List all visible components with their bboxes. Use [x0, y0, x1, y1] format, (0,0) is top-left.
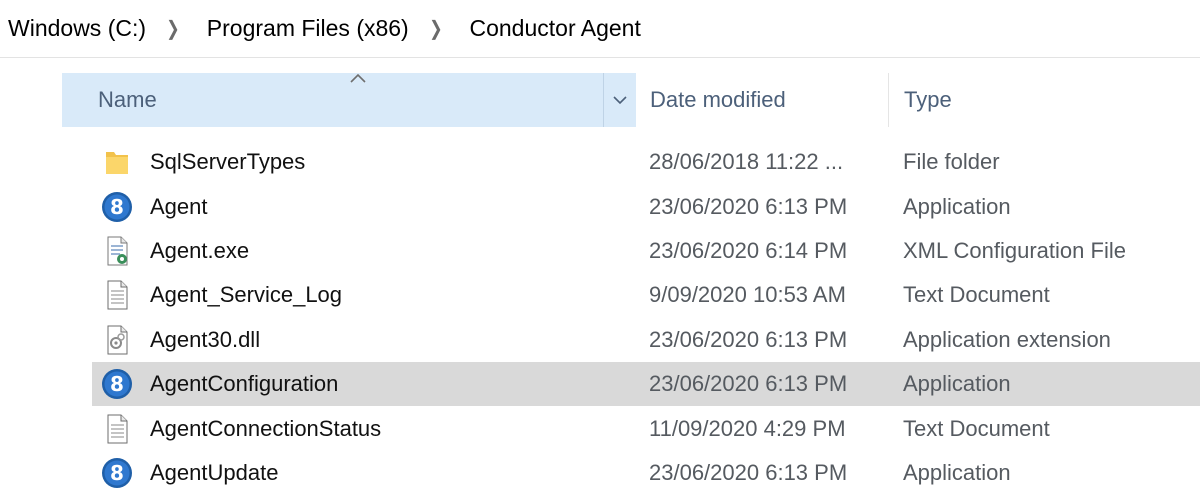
column-header-type[interactable]: Type: [904, 73, 1200, 127]
file-row[interactable]: 8 AgentUpdate 23/06/2020 6:13 PM Applicatio…: [92, 451, 1200, 495]
file-type: XML Configuration File: [903, 237, 1126, 263]
file-name: Agent30.dll: [150, 326, 261, 352]
file-type: Application: [903, 371, 1011, 397]
column-header-name[interactable]: Name: [62, 73, 636, 127]
file-name-cell: SqlServerTypes: [92, 145, 305, 179]
chevron-right-icon[interactable]: ❯: [157, 16, 194, 41]
file-type: File folder: [903, 149, 1000, 175]
file-row[interactable]: Agent.exe 23/06/2020 6:14 PM XML Configura…: [92, 229, 1200, 273]
file-date-modified: 23/06/2020 6:13 PM: [649, 459, 848, 485]
file-list: SqlServerTypes 28/06/2018 11:22 ... File f…: [92, 140, 1200, 495]
column-header-type-label: Type: [904, 87, 952, 112]
file-name-cell: AgentConnectionStatus: [92, 412, 381, 446]
file-type: Text Document: [903, 282, 1050, 308]
file-name-cell: 8 Agent: [92, 190, 208, 224]
breadcrumb-item-conductor-agent[interactable]: Conductor Agent: [461, 15, 646, 42]
file-name-cell: 8 AgentConfiguration: [92, 367, 338, 401]
file-type: Application: [903, 193, 1011, 219]
column-header-date-label: Date modified: [650, 87, 786, 112]
folder-icon: [100, 145, 134, 179]
file-row[interactable]: Agent30.dll 23/06/2020 6:13 PM Application…: [92, 318, 1200, 362]
config-file-icon: [100, 234, 134, 268]
column-dropdown-button[interactable]: [603, 73, 636, 127]
file-date-modified: 23/06/2020 6:14 PM: [649, 237, 848, 263]
sort-ascending-icon: [350, 67, 366, 88]
breadcrumb-item-program-files[interactable]: Program Files (x86): [199, 15, 415, 42]
file-row[interactable]: SqlServerTypes 28/06/2018 11:22 ... File f…: [92, 140, 1200, 184]
file-name-cell: 8 AgentUpdate: [92, 456, 278, 490]
chevron-right-icon[interactable]: ❯: [419, 16, 456, 41]
chevron-down-icon: [613, 95, 627, 104]
text-document-icon: [100, 412, 134, 446]
file-date-modified: 23/06/2020 6:13 PM: [649, 371, 848, 397]
column-header-name-label: Name: [98, 87, 157, 112]
file-name: AgentUpdate: [150, 459, 279, 485]
file-date-modified: 11/09/2020 4:29 PM: [649, 415, 846, 441]
file-name-cell: Agent30.dll: [92, 323, 260, 357]
file-type: Application extension: [903, 326, 1111, 352]
file-row[interactable]: 8 Agent 23/06/2020 6:13 PM Application: [92, 184, 1200, 228]
file-name: AgentConnectionStatus: [150, 415, 382, 441]
svg-text:8: 8: [110, 195, 124, 219]
file-name-cell: Agent.exe: [92, 234, 249, 268]
file-name: SqlServerTypes: [150, 149, 306, 175]
file-name: AgentConfiguration: [150, 371, 339, 397]
file-name: Agent_Service_Log: [150, 282, 343, 308]
file-date-modified: 9/09/2020 10:53 AM: [649, 282, 846, 308]
file-type: Application: [903, 459, 1011, 485]
svg-text:8: 8: [110, 372, 124, 396]
app-icon: 8: [100, 190, 134, 224]
file-row[interactable]: AgentConnectionStatus 11/09/2020 4:29 PM T…: [92, 406, 1200, 450]
dll-file-icon: [100, 323, 134, 357]
svg-text:8: 8: [110, 461, 124, 485]
text-document-icon: [100, 278, 134, 312]
file-date-modified: 28/06/2018 11:22 ...: [649, 149, 844, 175]
file-name: Agent: [150, 193, 208, 219]
file-name: Agent.exe: [150, 237, 250, 263]
file-row[interactable]: Agent_Service_Log 9/09/2020 10:53 AM Text …: [92, 273, 1200, 317]
column-divider[interactable]: [888, 73, 889, 127]
breadcrumb: Windows (C:) ❯ Program Files (x86) ❯ Con…: [0, 0, 1200, 58]
file-name-cell: Agent_Service_Log: [92, 278, 342, 312]
app-icon: 8: [100, 456, 134, 490]
app-icon: 8: [100, 367, 134, 401]
file-type: Text Document: [903, 415, 1050, 441]
column-header-bar: Name Date modified Type: [62, 73, 1200, 127]
file-date-modified: 23/06/2020 6:13 PM: [649, 326, 848, 352]
file-date-modified: 23/06/2020 6:13 PM: [649, 193, 848, 219]
column-header-date-modified[interactable]: Date modified: [650, 73, 888, 127]
file-row[interactable]: 8 AgentConfiguration 23/06/2020 6:13 PM App…: [92, 361, 1200, 407]
breadcrumb-item-drive[interactable]: Windows (C:): [0, 15, 152, 42]
